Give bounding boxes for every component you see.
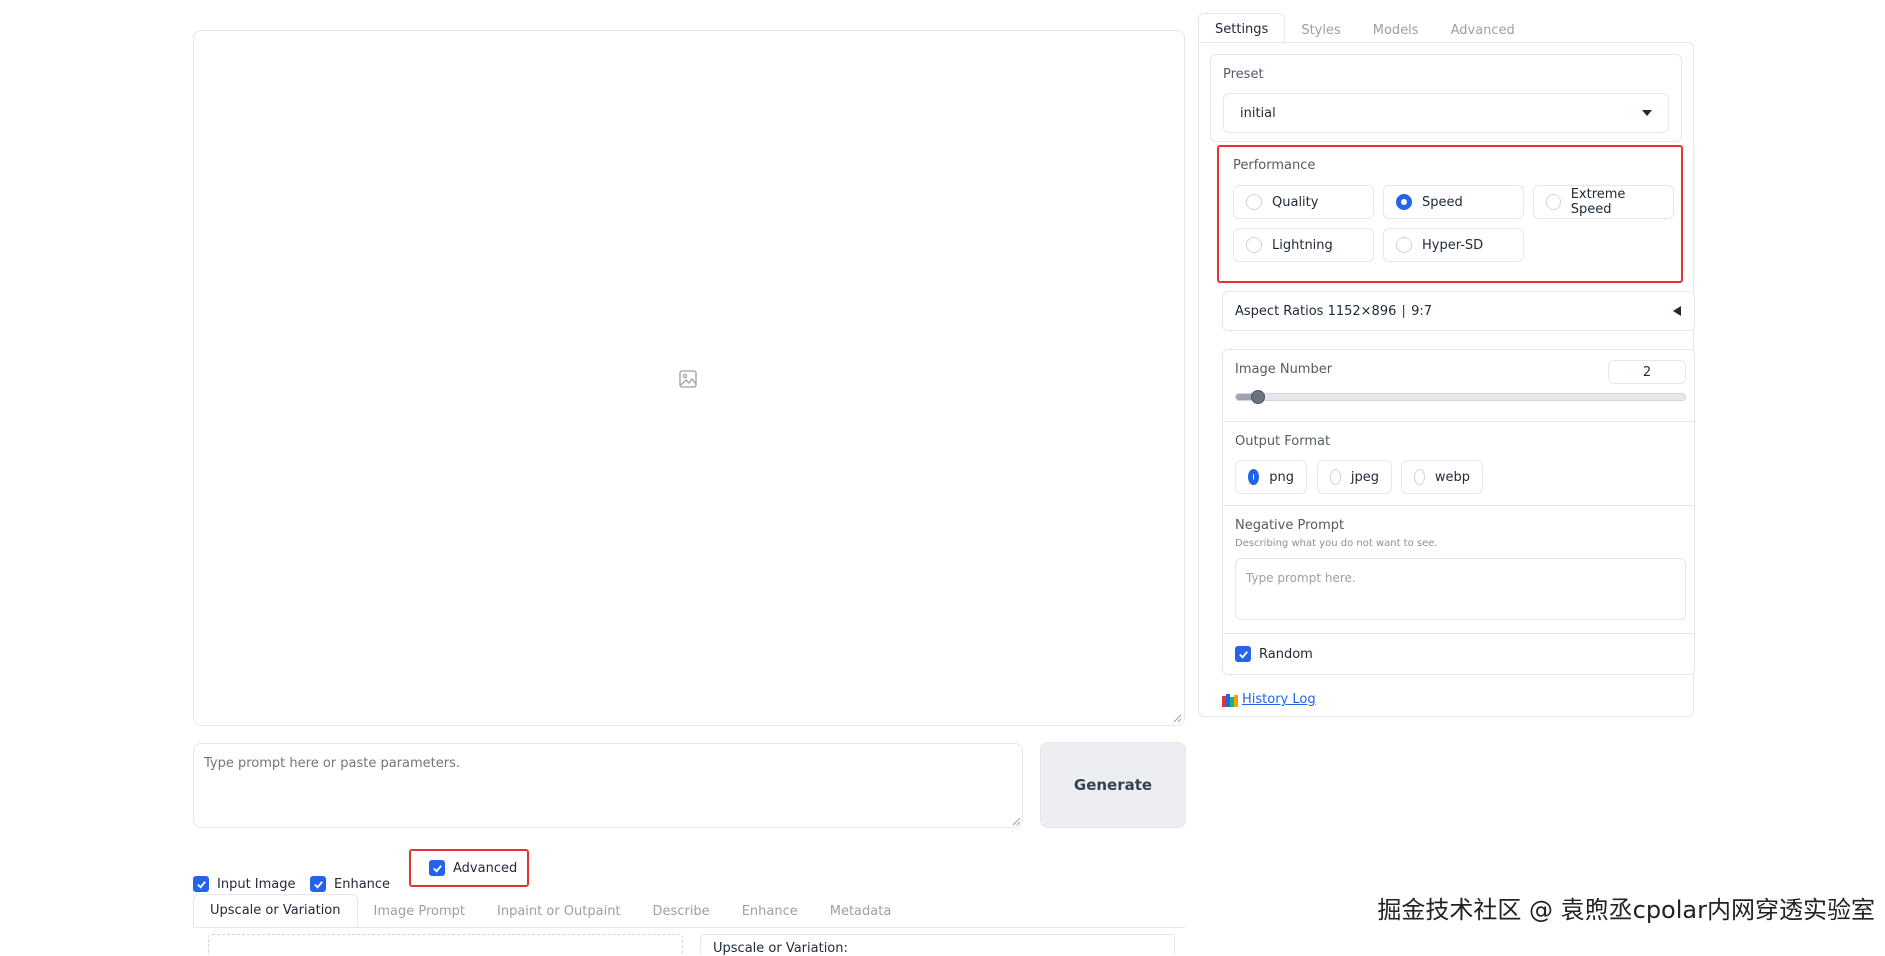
checkbox-label: Input Image: [217, 876, 296, 892]
image-number-slider[interactable]: [1235, 390, 1686, 404]
advanced-checkbox[interactable]: Advanced: [429, 860, 517, 876]
performance-option-lightning[interactable]: Lightning: [1233, 228, 1374, 262]
preset-dropdown[interactable]: initial: [1223, 93, 1669, 133]
divider: [1223, 633, 1694, 634]
checkbox-checked-icon[interactable]: [1235, 646, 1251, 662]
tab-upscale-or-variation[interactable]: Upscale or Variation: [193, 894, 358, 927]
option-label: jpeg: [1350, 469, 1379, 485]
history-log-link[interactable]: History Log: [1222, 692, 1316, 707]
option-label: png: [1269, 469, 1294, 485]
option-label: Quality: [1272, 194, 1319, 210]
image-number-label: Image Number: [1235, 362, 1333, 377]
checkbox-checked-icon[interactable]: [310, 876, 326, 892]
radio-selected-icon[interactable]: [1248, 469, 1260, 485]
checkbox-label: Random: [1259, 646, 1313, 662]
tab-describe[interactable]: Describe: [637, 896, 726, 927]
resize-handle-icon[interactable]: [1172, 713, 1182, 723]
radio-icon[interactable]: [1330, 469, 1341, 485]
history-log-label[interactable]: History Log: [1242, 692, 1316, 707]
upscale-options-panel: Upscale or Variation:: [700, 934, 1175, 956]
tab-enhance[interactable]: Enhance: [726, 896, 814, 927]
output-format-label: Output Format: [1235, 434, 1331, 449]
image-number-input[interactable]: 2: [1608, 360, 1686, 384]
radio-icon[interactable]: [1246, 194, 1262, 210]
performance-option-speed[interactable]: Speed: [1383, 185, 1524, 219]
negative-prompt-input[interactable]: Type prompt here.: [1235, 558, 1686, 620]
negative-prompt-description: Describing what you do not want to see.: [1235, 538, 1438, 549]
divider: [1223, 505, 1694, 506]
resize-handle-icon[interactable]: [1011, 816, 1021, 826]
image-number-value: 2: [1642, 364, 1652, 380]
random-checkbox[interactable]: Random: [1235, 646, 1313, 662]
option-label: webp: [1434, 469, 1470, 485]
performance-option-hyper-sd[interactable]: Hyper-SD: [1383, 228, 1524, 262]
checkbox-label: Enhance: [334, 876, 391, 892]
image-placeholder-icon: [679, 370, 697, 388]
option-label: Speed: [1422, 194, 1463, 210]
radio-icon[interactable]: [1414, 469, 1425, 485]
option-label: Extreme Speed: [1570, 187, 1626, 217]
watermark-text: 掘金技术社区 @ 袁煦丞cpolar内网穿透实验室: [1377, 896, 1875, 924]
radio-selected-icon[interactable]: [1396, 194, 1412, 210]
image-gallery: [193, 30, 1185, 726]
performance-option-extreme-speed[interactable]: Extreme Speed: [1533, 185, 1674, 219]
checkbox-label: Advanced: [453, 860, 518, 876]
enhance-checkbox[interactable]: Enhance: [310, 876, 390, 892]
performance-label: Performance: [1233, 158, 1316, 173]
slider-thumb[interactable]: [1251, 390, 1266, 404]
option-label: Hyper-SD: [1422, 237, 1484, 253]
settings-group: Image Number 2 Output Format png jpeg we…: [1222, 349, 1695, 675]
upload-dropzone[interactable]: [208, 934, 683, 954]
radio-icon[interactable]: [1396, 237, 1412, 253]
bottom-tabs: Upscale or Variation Image Prompt Inpain…: [193, 894, 1185, 928]
preset-block: Preset initial: [1210, 54, 1682, 142]
aspect-ratios-label: Aspect Ratios 1152×896 ∣ 9:7: [1235, 303, 1433, 319]
divider: [1223, 421, 1694, 422]
output-format-option-webp[interactable]: webp: [1401, 460, 1483, 494]
books-icon: [1222, 693, 1238, 707]
tab-inpaint-or-outpaint[interactable]: Inpaint or Outpaint: [481, 896, 637, 927]
preset-label: Preset: [1223, 67, 1264, 82]
caret-left-icon: [1673, 306, 1681, 316]
preset-value: initial: [1240, 105, 1276, 121]
option-label: Lightning: [1272, 237, 1333, 253]
aspect-ratios-accordion[interactable]: Aspect Ratios 1152×896 ∣ 9:7: [1222, 291, 1695, 331]
performance-option-quality[interactable]: Quality: [1233, 185, 1374, 219]
output-format-option-png[interactable]: png: [1235, 460, 1307, 494]
tab-metadata[interactable]: Metadata: [814, 896, 908, 927]
radio-icon[interactable]: [1246, 237, 1262, 253]
radio-icon[interactable]: [1546, 194, 1561, 210]
negative-prompt-label: Negative Prompt: [1235, 518, 1345, 533]
caret-down-icon: [1642, 110, 1652, 116]
checkbox-checked-icon[interactable]: [193, 876, 209, 892]
checkbox-checked-icon[interactable]: [429, 860, 445, 876]
generate-button[interactable]: Generate: [1040, 742, 1186, 828]
tab-image-prompt[interactable]: Image Prompt: [358, 896, 481, 927]
prompt-input[interactable]: [193, 743, 1023, 828]
negative-prompt-placeholder: Type prompt here.: [1246, 571, 1356, 585]
output-format-option-jpeg[interactable]: jpeg: [1317, 460, 1392, 494]
input-image-checkbox[interactable]: Input Image: [193, 876, 296, 892]
